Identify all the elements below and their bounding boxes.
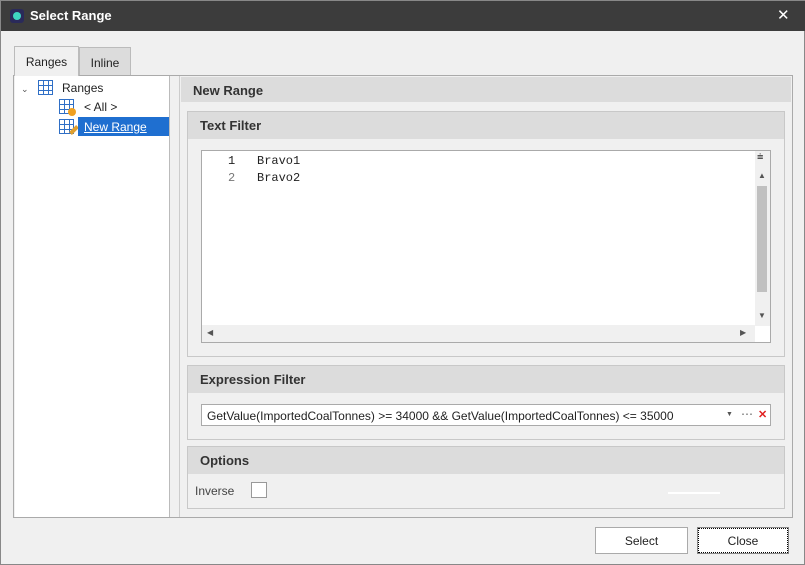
tree-item-ranges[interactable]: Ranges <box>62 81 103 95</box>
tree-item-new-range[interactable]: New Range <box>78 117 169 136</box>
close-button[interactable]: Close <box>697 527 789 554</box>
dropdown-icon[interactable]: ▼ <box>726 411 733 418</box>
splitter[interactable] <box>170 76 180 517</box>
line-number: 2 <box>228 171 236 185</box>
tab-ranges[interactable]: Ranges <box>14 46 79 76</box>
title-bar: Select Range ✕ <box>1 1 805 31</box>
line-number: 1 <box>228 154 236 168</box>
scrollbar-thumb[interactable] <box>757 186 767 292</box>
split-icon[interactable]: ⩧ <box>757 151 763 164</box>
scroll-up-icon[interactable]: ▲ <box>758 171 766 180</box>
inverse-label: Inverse <box>195 484 235 498</box>
table-add-icon <box>59 99 76 116</box>
tab-inline[interactable]: Inline <box>79 47 131 75</box>
text-filter-title: Text Filter <box>188 112 784 139</box>
table-edit-icon <box>59 119 79 135</box>
range-header: New Range <box>181 77 791 102</box>
ellipsis-icon[interactable]: ⋯ <box>741 407 753 421</box>
inverse-checkbox[interactable] <box>251 482 267 498</box>
range-tree: ⌄ Ranges < All > <box>15 76 170 517</box>
horizontal-scrollbar[interactable]: ◀ ▶ <box>202 325 755 342</box>
select-button[interactable]: Select <box>595 527 688 554</box>
scroll-down-icon[interactable]: ▼ <box>758 311 766 320</box>
line-text: Bravo2 <box>257 171 301 185</box>
expression-value: GetValue(ImportedCoalTonnes) >= 34000 &&… <box>207 409 674 423</box>
options-title: Options <box>188 447 784 474</box>
options-group: Options <box>187 446 785 509</box>
expression-input[interactable]: GetValue(ImportedCoalTonnes) >= 34000 &&… <box>201 404 771 426</box>
scroll-left-icon[interactable]: ◀ <box>207 328 213 337</box>
text-filter-editor[interactable]: 1 Bravo1 2 Bravo2 <box>201 150 771 343</box>
scroll-right-icon[interactable]: ▶ <box>740 328 746 337</box>
window-title: Select Range <box>30 8 112 23</box>
clear-icon[interactable]: ✕ <box>758 408 767 421</box>
line-text: Bravo1 <box>257 154 301 168</box>
expression-filter-group: Expression Filter <box>187 365 785 440</box>
divider <box>668 492 720 494</box>
tree-item-all[interactable]: < All > <box>84 100 117 114</box>
close-icon[interactable]: ✕ <box>777 6 790 24</box>
expression-filter-title: Expression Filter <box>188 366 784 393</box>
table-icon <box>38 80 53 95</box>
app-icon <box>10 9 24 23</box>
tree-item-label: New Range <box>84 120 147 134</box>
chevron-down-icon[interactable]: ⌄ <box>21 84 29 95</box>
